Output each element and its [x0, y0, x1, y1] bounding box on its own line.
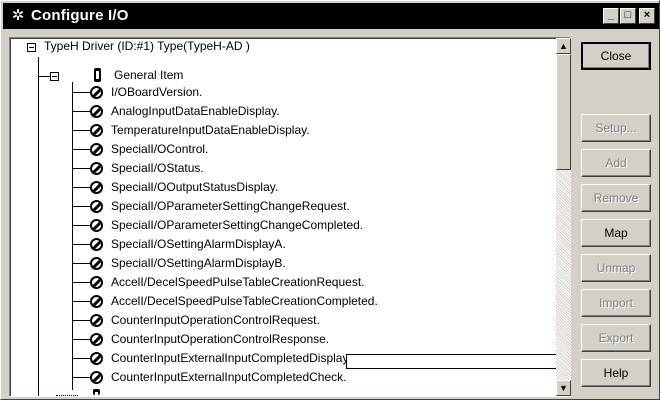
tree-guide-line — [38, 387, 39, 396]
tree-item-label: SpecialI/OParameterSettingChangeRequest. — [111, 199, 350, 213]
tree-guide-line — [72, 263, 90, 264]
add-button-label: Add — [605, 156, 627, 170]
close-button[interactable]: Close — [581, 42, 651, 70]
tree-guide-line — [72, 282, 90, 283]
title-bar[interactable]: ✲ Configure I/O _ □ × — [3, 3, 659, 29]
tree-guide-line — [38, 76, 50, 77]
tree-item-label: SpecialI/OStatus. — [111, 161, 204, 175]
tree-guide-line — [72, 92, 90, 93]
io-item-icon — [90, 86, 103, 99]
unmap-button[interactable]: Unmap — [581, 254, 651, 282]
io-item-icon — [90, 371, 103, 384]
tree-guide-line — [72, 187, 90, 188]
io-item-icon — [90, 219, 103, 232]
import-button[interactable]: Import — [581, 289, 651, 317]
tree-guide-line — [38, 57, 39, 396]
help-button[interactable]: Help — [581, 359, 651, 387]
close-button-label: Close — [600, 49, 632, 63]
tree-guide-line — [72, 168, 90, 169]
io-item-icon — [90, 124, 103, 137]
help-button-label: Help — [603, 366, 629, 380]
scroll-down-arrow-icon[interactable]: ▼ — [556, 380, 571, 396]
tree-item-label: SpecialI/OSettingAlarmDisplayA. — [111, 237, 286, 251]
remove-button-label: Remove — [593, 191, 639, 205]
group-collapse-toggle[interactable] — [50, 72, 59, 81]
item-rename-edit-box[interactable] — [346, 354, 562, 369]
map-button[interactable]: Map — [581, 219, 651, 247]
tree-guide-line — [72, 320, 90, 321]
io-item-icon — [90, 238, 103, 251]
tree-guide-line — [72, 82, 73, 390]
setup-button[interactable]: Setup... — [581, 114, 651, 142]
scroll-thumb[interactable] — [556, 54, 571, 170]
tree-guide-line — [72, 301, 90, 302]
tree-item-label: CounterInputExternalInputCompletedCheck. — [111, 370, 347, 384]
tree-guide-line — [72, 225, 90, 226]
tree-item-label: AccelI/DecelSpeedPulseTableCreationCompl… — [111, 294, 378, 308]
tree-guide-line — [72, 377, 90, 378]
io-item-icon — [90, 276, 103, 289]
io-item-icon — [90, 314, 103, 327]
minimize-button[interactable]: _ — [603, 8, 619, 24]
tree-item-label: CounterInputExternalInputCompletedDispla… — [111, 351, 351, 365]
tree-guide-line — [72, 149, 90, 150]
window-title: Configure I/O — [31, 7, 129, 24]
tree-item-label: AnalogInputDataEnableDisplay. — [111, 104, 280, 118]
io-item-icon — [90, 143, 103, 156]
configure-io-window: ✲ Configure I/O _ □ × TypeH Driver (ID:#… — [0, 0, 660, 400]
maximize-button[interactable]: □ — [620, 8, 636, 24]
tree-item-label: SpecialI/OParameterSettingChangeComplete… — [111, 218, 364, 232]
tree-guide-line — [56, 395, 78, 396]
root-collapse-toggle[interactable] — [27, 43, 36, 52]
tree-item-label: CounterInputOperationControlResponse. — [111, 332, 330, 346]
group-node-label: General Item — [114, 68, 184, 82]
io-item-icon — [90, 181, 103, 194]
io-item-icon — [90, 352, 103, 365]
unmap-button-label: Unmap — [596, 261, 636, 275]
close-window-button[interactable]: × — [639, 8, 655, 24]
tree-item-label: CounterInputOperationControlRequest. — [111, 313, 320, 327]
setup-button-label: Setup... — [595, 121, 637, 135]
root-node-label: TypeH Driver (ID:#1) Type(TypeH-AD ) — [44, 39, 250, 53]
remove-button[interactable]: Remove — [581, 184, 651, 212]
tree-guide-line — [72, 358, 90, 359]
import-button-label: Import — [598, 296, 633, 310]
tree-item-label: AccelI/DecelSpeedPulseTableCreationReque… — [111, 275, 365, 289]
tree-guide-line — [72, 339, 90, 340]
io-item-icon — [90, 105, 103, 118]
export-button[interactable]: Export — [581, 324, 651, 352]
map-button-label: Map — [604, 226, 628, 240]
group-icon — [94, 68, 101, 82]
export-button-label: Export — [598, 331, 634, 345]
io-item-icon — [90, 333, 103, 346]
io-item-icon — [90, 295, 103, 308]
io-tree-view[interactable]: TypeH Driver (ID:#1) Type(TypeH-AD ) Gen… — [9, 37, 571, 397]
tree-guide-line — [72, 206, 90, 207]
tree-guide-line — [72, 130, 90, 131]
tree-item-label: SpecialI/OSettingAlarmDisplayB. — [111, 256, 286, 270]
tree-item-label: SpecialI/OControl. — [111, 142, 209, 156]
group-icon — [93, 389, 100, 396]
tree-item-label: I/OBoardVersion. — [111, 85, 203, 99]
tree-guide-line — [72, 244, 90, 245]
tree-vertical-scrollbar[interactable]: ▲ ▼ — [556, 38, 571, 396]
io-item-icon — [90, 200, 103, 213]
tree-item-label: SpecialI/OOutputStatusDisplay. — [111, 180, 279, 194]
tree-guide-line — [72, 111, 90, 112]
io-item-icon — [90, 257, 103, 270]
scroll-up-arrow-icon[interactable]: ▲ — [556, 38, 571, 54]
io-item-icon — [90, 162, 103, 175]
gear-icon: ✲ — [11, 7, 25, 24]
add-button[interactable]: Add — [581, 149, 651, 177]
tree-item-label: TemperatureInputDataEnableDisplay. — [111, 123, 310, 137]
